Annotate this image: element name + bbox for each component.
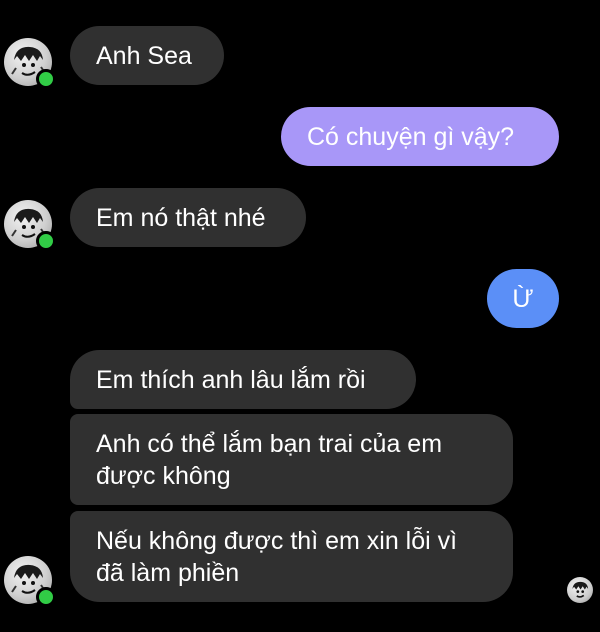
message-text: Có chuyện gì vậy?: [307, 123, 515, 151]
message-incoming-5[interactable]: Nếu không được thì em xin lỗi vì đã làm …: [70, 511, 513, 602]
message-incoming-4[interactable]: Anh có thể lắm bạn trai của em được khôn…: [70, 414, 513, 505]
online-dot-icon: [36, 69, 56, 89]
chat-thread: Anh Sea Có chuyện gì vậy? Em nó thật nhé…: [0, 0, 600, 632]
message-outgoing-1[interactable]: Có chuyện gì vậy?: [281, 107, 559, 166]
contact-avatar-icon[interactable]: [4, 200, 56, 251]
online-dot-icon: [36, 231, 56, 251]
seen-avatar-drawing: [572, 581, 589, 598]
message-text: Em thích anh lâu lắm rồi: [96, 366, 366, 394]
message-text: Ừ: [512, 285, 534, 313]
message-incoming-1[interactable]: Anh Sea: [70, 26, 224, 85]
message-text: Nếu không được thì em xin lỗi vì đã làm …: [96, 527, 458, 587]
contact-avatar-icon[interactable]: [4, 556, 56, 607]
message-text: Anh Sea: [96, 42, 192, 70]
online-dot-icon: [36, 587, 56, 607]
message-text: Em nó thật nhé: [96, 204, 266, 232]
contact-avatar-icon[interactable]: [4, 38, 56, 89]
message-text: Anh có thể lắm bạn trai của em được khôn…: [96, 430, 443, 490]
message-outgoing-2[interactable]: Ừ: [487, 269, 559, 328]
message-incoming-2[interactable]: Em nó thật nhé: [70, 188, 306, 247]
message-incoming-3[interactable]: Em thích anh lâu lắm rồi: [70, 350, 416, 409]
seen-avatar-icon: [567, 577, 593, 603]
